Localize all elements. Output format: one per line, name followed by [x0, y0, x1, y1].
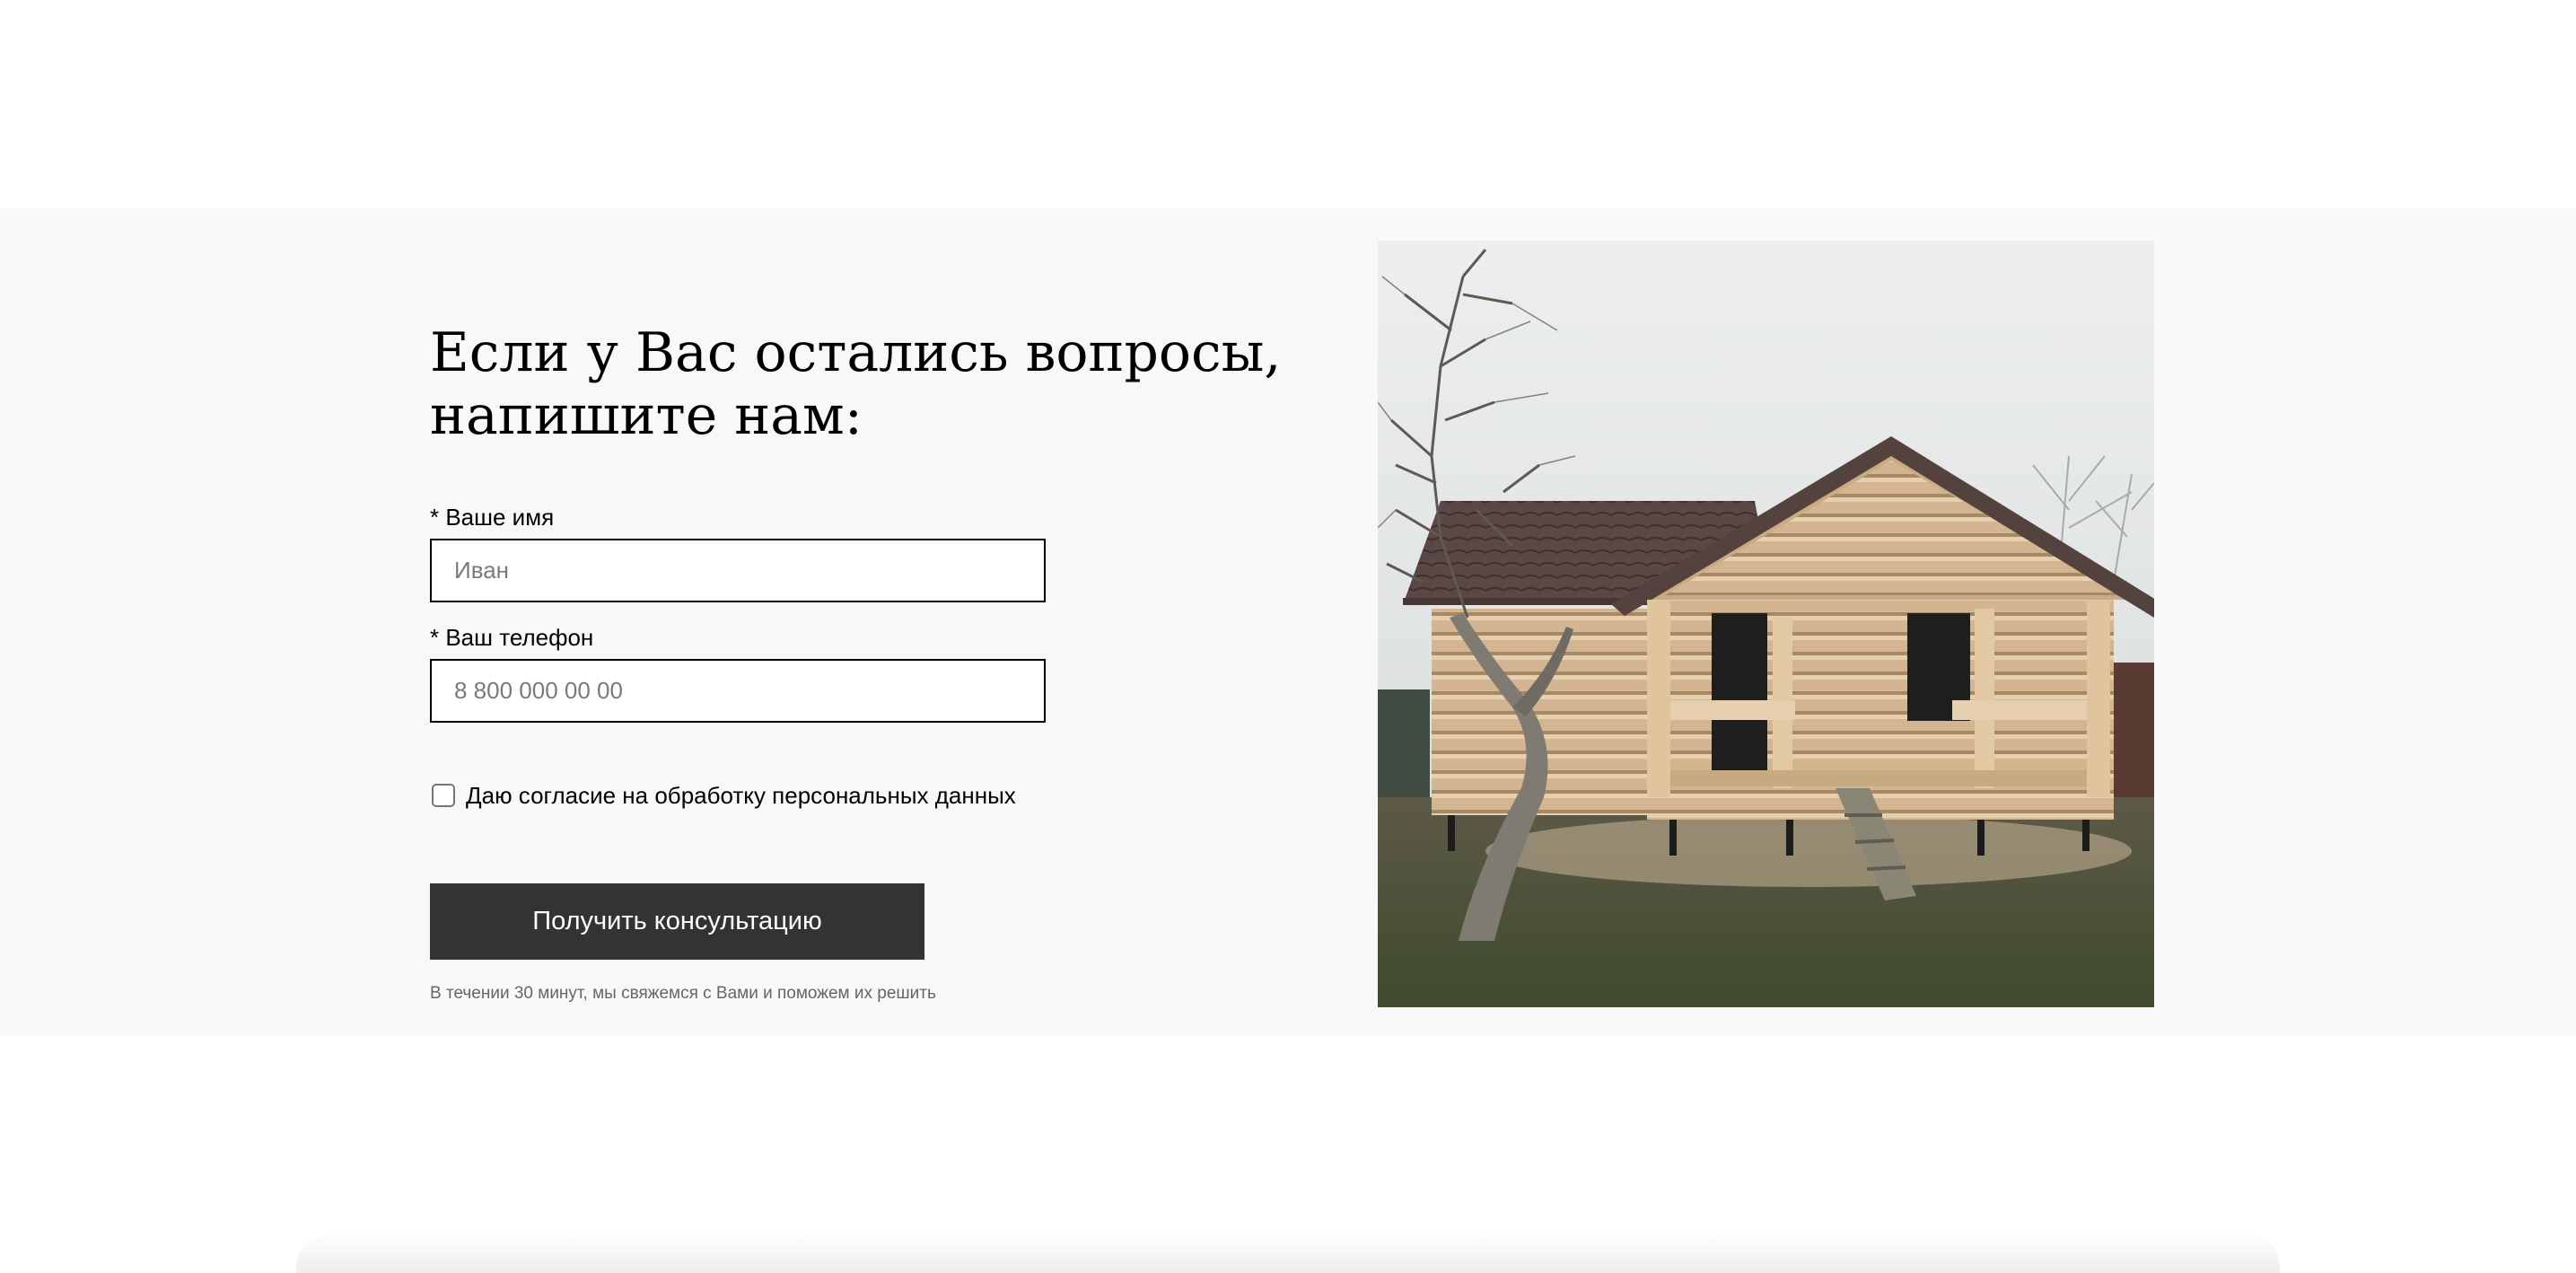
contact-section [0, 208, 2576, 1036]
consent-row: Даю согласие на обработку персональных д… [432, 777, 1016, 813]
log-house-photo [1378, 241, 2154, 1007]
heading-line-1: Если у Вас остались вопросы, [430, 321, 1282, 384]
footer-shadow [296, 1232, 2280, 1273]
heading-line-2: напишите нам: [430, 384, 863, 447]
phone-input[interactable] [430, 659, 1046, 723]
consent-label[interactable]: Даю согласие на обработку персональных д… [466, 782, 1016, 810]
response-note: В течении 30 минут, мы свяжемся с Вами и… [430, 984, 936, 1003]
contact-heading: Если у Вас остались вопросы, напишите на… [430, 321, 1282, 447]
name-label: * Ваше имя [430, 504, 555, 531]
submit-button[interactable]: Получить консультацию [430, 883, 924, 960]
phone-label: * Ваш телефон [430, 624, 594, 651]
consent-checkbox[interactable] [432, 784, 455, 807]
name-input[interactable] [430, 539, 1046, 602]
